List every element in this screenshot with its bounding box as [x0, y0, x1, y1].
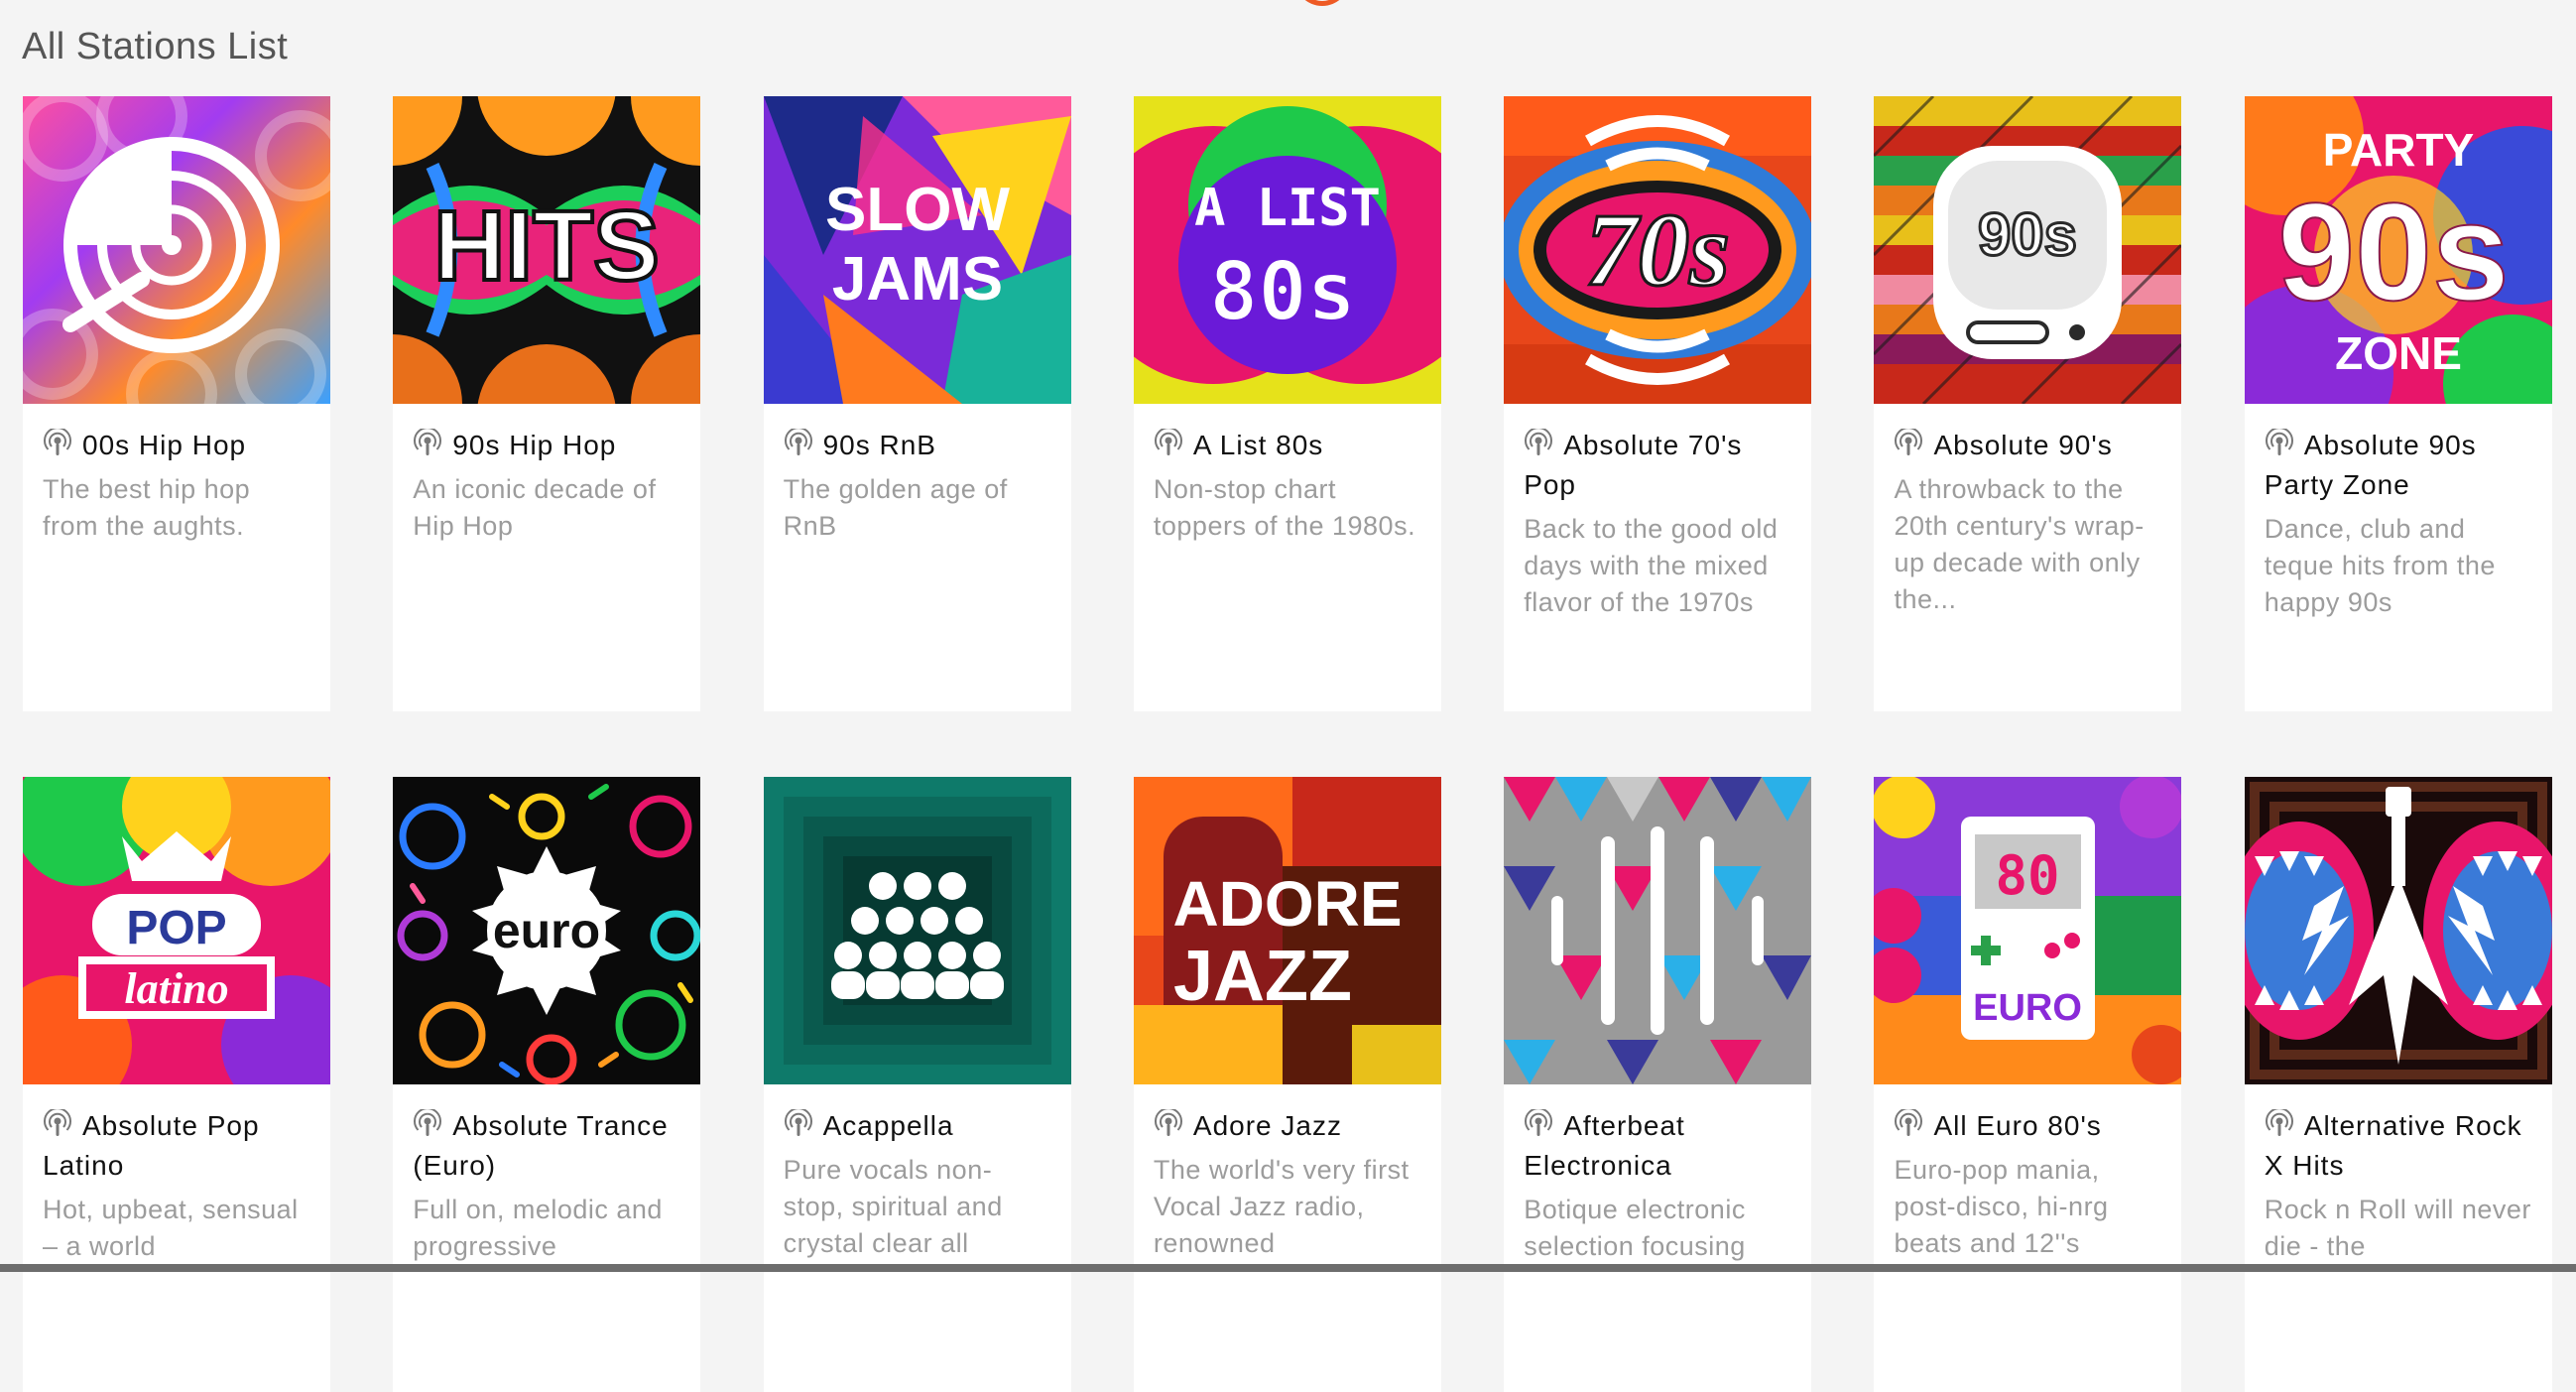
podcast-icon — [1525, 1109, 1553, 1136]
station-card[interactable]: PARTY 90s ZONE Absolute 90s Party Zone D… — [2244, 96, 2552, 711]
station-artwork[interactable]: PARTY 90s ZONE — [2244, 96, 2552, 404]
svg-text:90s: 90s — [1978, 201, 2077, 268]
station-description: Euro-pop mania, post-disco, hi-nrg beats… — [1894, 1155, 2109, 1258]
svg-text:SLOW: SLOW — [825, 176, 1010, 244]
station-title[interactable]: Afterbeat Electronica — [1524, 1106, 1791, 1186]
station-description: A throwback to the 20th century's wrap-u… — [1894, 474, 2145, 614]
svg-text:ADORE: ADORE — [1172, 868, 1402, 940]
station-description: Dance, club and teque hits from the happ… — [2264, 514, 2496, 617]
station-card[interactable]: HITS 90s Hip Hop An iconic decade of Hip… — [393, 96, 701, 711]
podcast-icon — [2265, 429, 2293, 455]
svg-text:POP: POP — [126, 902, 226, 954]
station-title[interactable]: All Euro 80's — [1894, 1106, 2161, 1146]
station-artwork[interactable]: euro — [393, 777, 701, 1084]
station-artwork[interactable]: SLOW JAMS — [763, 96, 1071, 404]
brand-logo-partial — [1294, 0, 1350, 6]
section-title: All Stations List — [22, 26, 289, 67]
station-card[interactable]: Alternative Rock X Hits Rock n Roll will… — [2244, 777, 2552, 1392]
station-title[interactable]: 00s Hip Hop — [43, 426, 310, 465]
svg-text:JAZZ: JAZZ — [1173, 937, 1352, 1016]
station-artwork[interactable]: HITS — [393, 96, 701, 404]
svg-text:ZONE: ZONE — [2335, 327, 2462, 379]
svg-text:JAMS: JAMS — [831, 245, 1002, 314]
station-description: The golden age of RnB — [783, 474, 1008, 541]
station-description: Botique electronic selection focusing — [1524, 1195, 1746, 1261]
podcast-icon — [414, 1109, 442, 1136]
station-title[interactable]: Adore Jazz — [1154, 1106, 1421, 1146]
station-description: An iconic decade of Hip Hop — [413, 474, 657, 541]
stations-grid: 00s Hip Hop The best hip hop from the au… — [23, 96, 2552, 1392]
station-artwork[interactable]: 70s — [1504, 96, 1812, 404]
station-title[interactable]: Acappella — [784, 1106, 1051, 1146]
station-title[interactable]: Absolute Trance (Euro) — [413, 1106, 680, 1186]
station-description: Back to the good old days with the mixed… — [1524, 514, 1779, 617]
svg-text:EURO: EURO — [1974, 987, 2083, 1029]
svg-text:PARTY: PARTY — [2323, 124, 2475, 176]
podcast-icon — [44, 429, 71, 455]
station-artwork[interactable]: 80 EURO — [1874, 777, 2182, 1084]
station-description: The world's very first Vocal Jazz radio,… — [1153, 1155, 1410, 1258]
podcast-icon — [1895, 1109, 1923, 1136]
station-card[interactable]: SLOW JAMS 90s RnB The golden age of RnB — [763, 96, 1071, 711]
svg-text:euro: euro — [493, 903, 600, 958]
station-card[interactable]: ADORE JAZZ Adore Jazz The world's very f… — [1133, 777, 1441, 1392]
station-title[interactable]: Absolute Pop Latino — [43, 1106, 310, 1186]
podcast-icon — [1154, 1109, 1182, 1136]
svg-text:90s: 90s — [2277, 174, 2510, 329]
podcast-icon — [784, 429, 812, 455]
station-description: Rock n Roll will never die - the — [2264, 1195, 2531, 1261]
station-title[interactable]: Absolute 90's — [1894, 426, 2161, 465]
station-card[interactable]: euro Absolute Trance (Euro) Full on, mel… — [393, 777, 701, 1392]
station-title[interactable]: Absolute 90s Party Zone — [2265, 426, 2532, 505]
podcast-icon — [2265, 1109, 2293, 1136]
station-card[interactable]: 80 EURO All Euro 80's Euro-pop mania, po… — [1874, 777, 2182, 1392]
station-title[interactable]: Alternative Rock X Hits — [2265, 1106, 2532, 1186]
podcast-icon — [784, 1109, 812, 1136]
station-description: Full on, melodic and progressive — [413, 1195, 663, 1261]
svg-text:latino: latino — [124, 964, 228, 1013]
station-artwork[interactable] — [23, 96, 330, 404]
station-title[interactable]: 90s Hip Hop — [413, 426, 680, 465]
station-title[interactable]: Absolute 70's Pop — [1524, 426, 1791, 505]
station-card[interactable]: 70s Absolute 70's Pop Back to the good o… — [1504, 96, 1812, 711]
station-card[interactable]: 90s Absolute 90's A throwback to the 20t… — [1874, 96, 2182, 711]
station-description: The best hip hop from the aughts. — [43, 474, 251, 541]
podcast-icon — [414, 429, 442, 455]
station-card[interactable]: A LIST 80s A List 80s Non-stop chart top… — [1133, 96, 1441, 711]
station-artwork[interactable] — [1504, 777, 1812, 1084]
station-description: Hot, upbeat, sensual – a world — [43, 1195, 299, 1261]
svg-text:HITS: HITS — [433, 190, 660, 302]
svg-text:80s: 80s — [1209, 245, 1356, 339]
station-title[interactable]: 90s RnB — [784, 426, 1051, 465]
station-artwork[interactable]: ADORE JAZZ — [1133, 777, 1441, 1084]
station-title[interactable]: A List 80s — [1154, 426, 1421, 465]
station-card[interactable]: POP latino Absolute Pop Latino Hot, upbe… — [23, 777, 330, 1392]
station-description: Non-stop chart toppers of the 1980s. — [1153, 474, 1416, 541]
station-artwork[interactable] — [2244, 777, 2552, 1084]
station-card[interactable]: Afterbeat Electronica Botique electronic… — [1504, 777, 1812, 1392]
podcast-icon — [1525, 429, 1553, 455]
station-artwork[interactable]: A LIST 80s — [1133, 96, 1441, 404]
station-artwork[interactable]: POP latino — [23, 777, 330, 1084]
station-artwork[interactable] — [763, 777, 1071, 1084]
station-card[interactable]: Acappella Pure vocals non-stop, spiritua… — [763, 777, 1071, 1392]
podcast-icon — [1895, 429, 1923, 455]
svg-text:80: 80 — [1996, 844, 2060, 907]
bottom-edge-bar — [0, 1264, 2576, 1272]
station-description: Pure vocals non-stop, spiritual and crys… — [783, 1155, 1003, 1258]
svg-text:A LIST: A LIST — [1194, 179, 1381, 238]
podcast-icon — [1154, 429, 1182, 455]
svg-text:70s: 70s — [1585, 191, 1730, 308]
station-card[interactable]: 00s Hip Hop The best hip hop from the au… — [23, 96, 330, 711]
podcast-icon — [44, 1109, 71, 1136]
station-artwork[interactable]: 90s — [1874, 96, 2182, 404]
